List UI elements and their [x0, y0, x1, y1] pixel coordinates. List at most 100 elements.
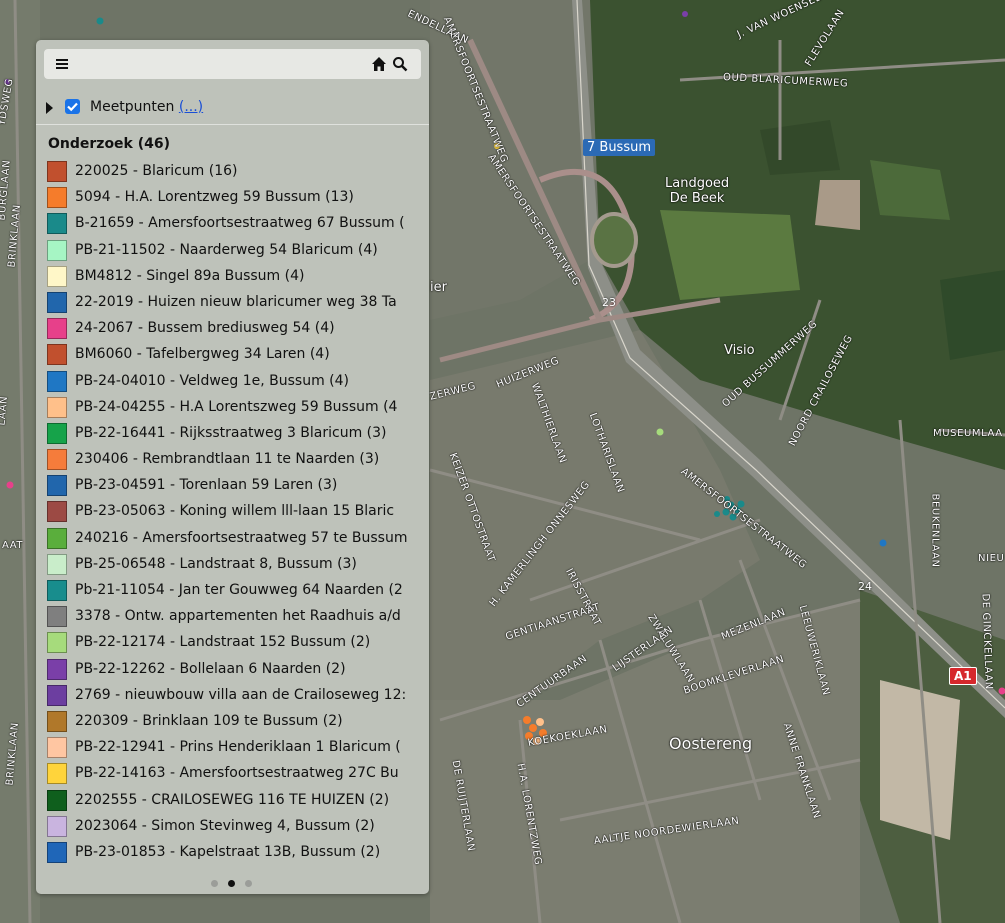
- legend-item[interactable]: PB-23-04591 - Torenlaan 59 Laren (3): [46, 474, 422, 500]
- legend-swatch: [47, 632, 67, 654]
- legend-swatch: [47, 815, 67, 837]
- legend-item[interactable]: PB-25-06548 - Landstraat 8, Bussum (3): [46, 553, 422, 579]
- legend-swatch: [47, 737, 67, 759]
- legend-item[interactable]: BM6060 - Tafelbergweg 34 Laren (4): [46, 343, 422, 369]
- divider: [36, 124, 429, 125]
- street-beukenlaan: BEUKENLAAN: [929, 493, 941, 568]
- legend-label: PB-24-04010 - Veldweg 1e, Bussum (4): [75, 372, 350, 389]
- legend-label: 3378 - Ontw. appartementen het Raadhuis …: [75, 608, 401, 625]
- legend-label: 22-2019 - Huizen nieuw blaricumer weg 38…: [75, 293, 397, 310]
- legend-swatch: [47, 265, 67, 287]
- legend-label: PB-23-04591 - Torenlaan 59 Laren (3): [75, 477, 338, 494]
- pager-dot[interactable]: [228, 880, 235, 887]
- legend-swatch: [47, 580, 67, 601]
- legend-item[interactable]: PB-22-12262 - Bollelaan 6 Naarden (2): [46, 658, 422, 684]
- legend-panel: Meetpunten (...) Onderzoek (46) 220025 -…: [36, 40, 429, 894]
- legend-label: 24-2067 - Bussem brediusweg 54 (4): [75, 320, 335, 337]
- legend-swatch: [47, 449, 67, 471]
- legend-label: BM6060 - Tafelbergweg 34 Laren (4): [75, 346, 330, 363]
- legend-label: 230406 - Rembrandtlaan 11 te Naarden (3): [75, 451, 380, 468]
- legend-item[interactable]: 2023064 - Simon Stevinweg 4, Bussum (2): [46, 815, 422, 841]
- legend-swatch: [47, 475, 67, 497]
- pager-dot[interactable]: [245, 880, 252, 887]
- legend-swatch: [47, 527, 67, 549]
- legend-item[interactable]: PB-23-05063 - Koning willem lll-laan 15 …: [46, 500, 422, 526]
- legend-item[interactable]: 5094 - H.A. Lorentzweg 59 Bussum (13): [46, 186, 422, 212]
- legend-label: Pb-21-11054 - Jan ter Gouwweg 64 Naarden…: [75, 582, 403, 598]
- expand-triangle-icon[interactable]: [46, 102, 53, 114]
- legend-item[interactable]: 3378 - Ontw. appartementen het Raadhuis …: [46, 605, 422, 631]
- legend-swatch: [47, 318, 67, 340]
- legend-swatch: [47, 501, 67, 523]
- legend-item[interactable]: PB-22-12174 - Landstraat 152 Bussum (2): [46, 631, 422, 657]
- legend-swatch: [47, 553, 67, 575]
- legend-item[interactable]: BM4812 - Singel 89a Bussum (4): [46, 265, 422, 291]
- legend-item[interactable]: 22-2019 - Huizen nieuw blaricumer weg 38…: [46, 291, 422, 317]
- layer-more-link[interactable]: (...): [179, 99, 203, 115]
- legend-item[interactable]: 220025 - Blaricum (16): [46, 160, 422, 186]
- legend-swatch: [47, 370, 67, 392]
- legend-item[interactable]: PB-22-14163 - Amersfoortsestraatweg 27C …: [46, 762, 422, 788]
- group-title: Onderzoek (46): [48, 136, 171, 152]
- legend-swatch: [47, 161, 67, 182]
- legend-label: B-21659 - Amersfoortsestraatweg 67 Bussu…: [75, 215, 405, 232]
- legend-item[interactable]: Pb-21-11054 - Jan ter Gouwweg 64 Naarden…: [46, 579, 422, 605]
- place-oostereng: Oostereng: [669, 734, 753, 753]
- legend-swatch: [47, 344, 67, 366]
- legend-label: PB-23-01853 - Kapelstraat 13B, Bussum (2…: [75, 843, 381, 860]
- street-nieu: NIEU: [978, 553, 1005, 564]
- hamburger-icon[interactable]: [54, 56, 70, 72]
- layer-checkbox[interactable]: [65, 99, 80, 114]
- place-fragment: ier: [430, 280, 447, 295]
- legend-item[interactable]: PB-21-11502 - Naarderweg 54 Blaricum (4): [46, 239, 422, 265]
- legend-swatch: [47, 763, 67, 785]
- legend-label: 240216 - Amersfoortsestraatweg 57 te Bus…: [75, 529, 408, 546]
- legend-label: PB-23-05063 - Koning willem lll-laan 15 …: [75, 503, 395, 520]
- legend-item[interactable]: PB-22-16441 - Rijksstraatweg 3 Blaricum …: [46, 422, 422, 448]
- search-icon[interactable]: [392, 56, 408, 72]
- legend-list: 220025 - Blaricum (16) 5094 - H.A. Lorent…: [46, 160, 422, 867]
- highway-a1-badge: A1: [949, 667, 977, 685]
- legend-label: PB-24-04255 - H.A Lorentszweg 59 Bussum …: [75, 398, 398, 415]
- street-aat: AAT: [2, 540, 24, 551]
- legend-swatch: [47, 684, 67, 706]
- legend-item[interactable]: PB-24-04010 - Veldweg 1e, Bussum (4): [46, 370, 422, 396]
- legend-label: PB-22-16441 - Rijksstraatweg 3 Blaricum …: [75, 424, 387, 441]
- legend-label: 220025 - Blaricum (16): [75, 163, 238, 179]
- legend-label: PB-22-12262 - Bollelaan 6 Naarden (2): [75, 660, 346, 677]
- legend-label: 220309 - Brinklaan 109 te Bussum (2): [75, 712, 343, 729]
- legend-label: PB-22-12941 - Prins Henderiklaan 1 Blari…: [75, 739, 401, 756]
- road-number-24: 24: [858, 580, 872, 593]
- legend-item[interactable]: PB-23-01853 - Kapelstraat 13B, Bussum (2…: [46, 841, 422, 867]
- pager-dot[interactable]: [211, 880, 218, 887]
- layer-label: Meetpunten (...): [90, 99, 204, 115]
- legend-swatch: [47, 658, 67, 680]
- place-landgoed-de-beek: Landgoed De Beek: [665, 176, 730, 206]
- exit-badge: 7 Bussum: [583, 139, 656, 156]
- legend-item[interactable]: 2769 - nieuwbouw villa aan de Crailosewe…: [46, 684, 422, 710]
- legend-label: 2023064 - Simon Stevinweg 4, Bussum (2): [75, 817, 375, 834]
- legend-item[interactable]: 220309 - Brinklaan 109 te Bussum (2): [46, 710, 422, 736]
- legend-label: 2769 - nieuwbouw villa aan de Crailosewe…: [75, 686, 407, 703]
- legend-label: BM4812 - Singel 89a Bussum (4): [75, 267, 305, 284]
- legend-item[interactable]: 240216 - Amersfoortsestraatweg 57 te Bus…: [46, 527, 422, 553]
- legend-label: PB-25-06548 - Landstraat 8, Bussum (3): [75, 555, 357, 572]
- legend-swatch: [47, 396, 67, 418]
- legend-item[interactable]: PB-22-12941 - Prins Henderiklaan 1 Blari…: [46, 736, 422, 762]
- legend-swatch: [47, 291, 67, 313]
- legend-swatch: [47, 841, 67, 863]
- legend-item[interactable]: 2202555 - CRAILOSEWEG 116 TE HUIZEN (2): [46, 789, 422, 815]
- legend-item[interactable]: PB-24-04255 - H.A Lorentszweg 59 Bussum …: [46, 396, 422, 422]
- place-visio: Visio: [724, 343, 755, 358]
- legend-swatch: [47, 789, 67, 811]
- road-number-23: 23: [602, 296, 616, 309]
- legend-item[interactable]: 230406 - Rembrandtlaan 11 te Naarden (3): [46, 448, 422, 474]
- legend-label: 2202555 - CRAILOSEWEG 116 TE HUIZEN (2): [75, 791, 390, 808]
- legend-label: PB-22-14163 - Amersfoortsestraatweg 27C …: [75, 765, 399, 782]
- legend-item[interactable]: 24-2067 - Bussem brediusweg 54 (4): [46, 317, 422, 343]
- legend-item[interactable]: B-21659 - Amersfoortsestraatweg 67 Bussu…: [46, 212, 422, 238]
- home-icon[interactable]: [371, 56, 387, 72]
- legend-swatch: [47, 606, 67, 628]
- panel-toolbar: [44, 49, 421, 79]
- legend-label: PB-22-12174 - Landstraat 152 Bussum (2): [75, 634, 371, 651]
